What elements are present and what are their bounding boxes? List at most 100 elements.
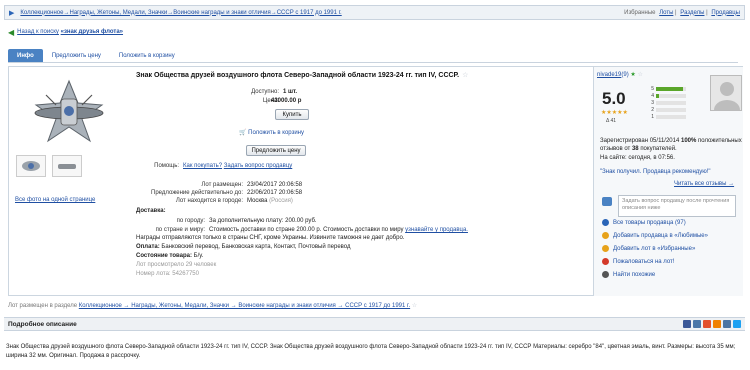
lot-title-text: Знак Общества друзей воздушного флота Се… (136, 72, 460, 79)
search-icon (602, 271, 609, 278)
rating-bar-2: 2 (648, 106, 688, 113)
offer-price-button[interactable]: Предложить цену (246, 145, 306, 156)
social-share-icon-0[interactable] (683, 320, 691, 328)
read-all-reviews-link[interactable]: Читать все отзывы → (674, 181, 734, 187)
registered-date: Зарегистрирован 05/11/2014 (600, 138, 680, 144)
favorite-star-icon[interactable]: ☆ (462, 72, 468, 79)
rating-bar-4: 4 (648, 92, 688, 99)
delivery-country-row: Стоимость доставки по стране 200.00 р. С… (209, 227, 468, 233)
heart-icon (602, 232, 609, 239)
city-value: Москва (247, 198, 268, 204)
tab-add-to-cart[interactable]: Положить в корзину (110, 49, 184, 62)
rating-bar-3: 3 (648, 99, 688, 106)
tab-info[interactable]: Инфо (8, 49, 43, 62)
rating-bar-label: 4 (651, 92, 654, 99)
seller-link-label[interactable]: Найти похожие (613, 272, 655, 278)
help-links: Как покупать? Задать вопрос продавцу (183, 163, 292, 169)
list-icon (602, 219, 609, 226)
placed-value: 23/04/2017 20:06:58 (247, 182, 303, 188)
favorite-section-star-icon[interactable]: ☆ (412, 303, 417, 309)
payment-label: Оплата: (136, 244, 160, 250)
seller-link-3[interactable]: Пожаловаться на лот! (602, 258, 674, 265)
warning-icon (602, 258, 609, 265)
awards-note: Награды отправляются только в страны СНГ… (136, 235, 405, 241)
social-share-icon-4[interactable] (723, 320, 731, 328)
price-label: Цена: (262, 98, 279, 104)
nav-sellers-link[interactable]: Продавцы (711, 10, 740, 16)
seller-avatar[interactable] (710, 75, 742, 111)
rating-bar-track (656, 100, 686, 105)
bottom-breadcrumb-path[interactable]: Коллекционное → Награды, Жетоны, Медали,… (79, 303, 410, 309)
description-text: Знак Общества друзей воздушного флота Се… (6, 344, 736, 359)
star-icon (602, 245, 609, 252)
cart-icon: 🛒 (239, 130, 247, 136)
follow-star-icon[interactable]: ☆ (637, 72, 642, 78)
city-value-row: Москва (Россия) (247, 198, 293, 204)
nav-sections-link[interactable]: Разделы (680, 10, 704, 16)
payment-row: Оплата: Банковский перевод, Банковская к… (136, 244, 350, 250)
rating-bar-label: 2 (651, 106, 654, 113)
seller-link-1[interactable]: Добавить продавца в «Любимые» (602, 232, 708, 239)
condition-row: Состояние товара: Б/у. (136, 253, 203, 259)
description-header: Подробное описание (8, 320, 77, 328)
seller-link-label[interactable]: Добавить лот в «Избранные» (613, 246, 695, 252)
delivery-country-value: Стоимость доставки по стране 200.00 р. С… (209, 227, 404, 233)
seller-registration: Зарегистрирован 05/11/2014 100% положите… (600, 137, 742, 153)
valid-until-label: Предложение действительно до: (151, 190, 243, 196)
seller-link-label[interactable]: Добавить продавца в «Любимые» (613, 233, 708, 239)
ask-seller-link[interactable]: Задать вопрос продавцу (224, 163, 293, 169)
lot-tabs: Инфо Предложить цену Положить в корзину (8, 49, 738, 63)
city-label: Лот находится в городе: (175, 198, 243, 204)
back-query[interactable]: «знак друзья флота» (61, 29, 123, 35)
views-count: Лот просмотрело 29 человек (136, 262, 217, 268)
rating-bar-1: 1 (648, 113, 688, 120)
bottom-breadcrumb-label: Лот размещен в разделе (8, 303, 78, 309)
review-quote[interactable]: "Знак получил. Продавца рекомендую!" (600, 169, 711, 175)
how-to-buy-link[interactable]: Как покупать? (183, 163, 222, 169)
tab-offer-price[interactable]: Предложить цену (43, 49, 110, 62)
social-share-icons (681, 320, 741, 328)
placed-label: Лот размещен: (201, 182, 243, 188)
nav-lots-link[interactable]: Лоты (659, 10, 673, 16)
rating-bar-label: 5 (651, 85, 654, 92)
seller-name-link[interactable]: nivade19 (597, 72, 621, 78)
thumbnail-2[interactable] (52, 155, 82, 177)
seller-link-0[interactable]: Все товары продавца (97) (602, 219, 686, 226)
add-to-cart-row[interactable]: 🛒 Положить в корзину (239, 129, 304, 136)
back-label[interactable]: Назад к поиску (17, 29, 59, 35)
social-share-icon-3[interactable] (713, 320, 721, 328)
lot-number: Номер лота: 54267750 (136, 271, 199, 277)
social-share-icon-5[interactable] (733, 320, 741, 328)
description-header-bar: Подробное описание (4, 317, 745, 331)
seller-link-label[interactable]: Пожаловаться на лот! (613, 259, 674, 265)
seller-panel: nivade19(9) ★ ☆ 5.0 ★★★★★ Δ 41 54321 Зар… (593, 67, 743, 296)
social-share-icon-2[interactable] (703, 320, 711, 328)
main-photo[interactable] (16, 75, 122, 149)
ask-seller-input[interactable]: Задать вопрос продавцу после прочтения о… (618, 195, 736, 217)
arrow-left-icon: ◀ (8, 27, 15, 37)
lot-card: Все фото на одной странице Знак Общества… (8, 66, 743, 296)
ask-seller-delivery-link[interactable]: узнавайте у продавца. (405, 227, 468, 233)
buyers-text: покупателей. (640, 146, 677, 152)
social-share-icon-1[interactable] (693, 320, 701, 328)
seller-stars: ★★★★★ (601, 110, 628, 116)
chevron-right-icon: ▶ (9, 9, 15, 17)
seller-link-label[interactable]: Все товары продавца (97) (613, 220, 686, 226)
thumbnail-1[interactable] (16, 155, 46, 177)
rating-bar-fill (656, 86, 683, 91)
seller-delta: Δ 41 (606, 118, 617, 124)
seller-online: На сайте: сегодня, в 07:56. (600, 155, 675, 161)
rating-bar-track (656, 107, 686, 112)
rating-bar-label: 1 (651, 113, 654, 120)
breadcrumb-path[interactable]: Коллекционное→Награды, Жетоны, Медали, З… (20, 10, 624, 16)
online-value: сегодня, в 07:56. (628, 155, 675, 161)
bottom-breadcrumb: Лот размещен в разделе Коллекционное → Н… (8, 302, 417, 309)
add-to-cart-link[interactable]: Положить в корзину (248, 130, 304, 136)
buy-button[interactable]: Купить (275, 109, 309, 120)
seller-link-2[interactable]: Добавить лот в «Избранные» (602, 245, 695, 252)
rating-star-icon: ★ (630, 72, 636, 78)
online-label: На сайте: (600, 155, 627, 161)
seller-link-4[interactable]: Найти похожие (602, 271, 655, 278)
back-to-search[interactable]: ◀ Назад к поиску «знак друзья флота» (8, 27, 123, 37)
badge-image (34, 79, 104, 143)
